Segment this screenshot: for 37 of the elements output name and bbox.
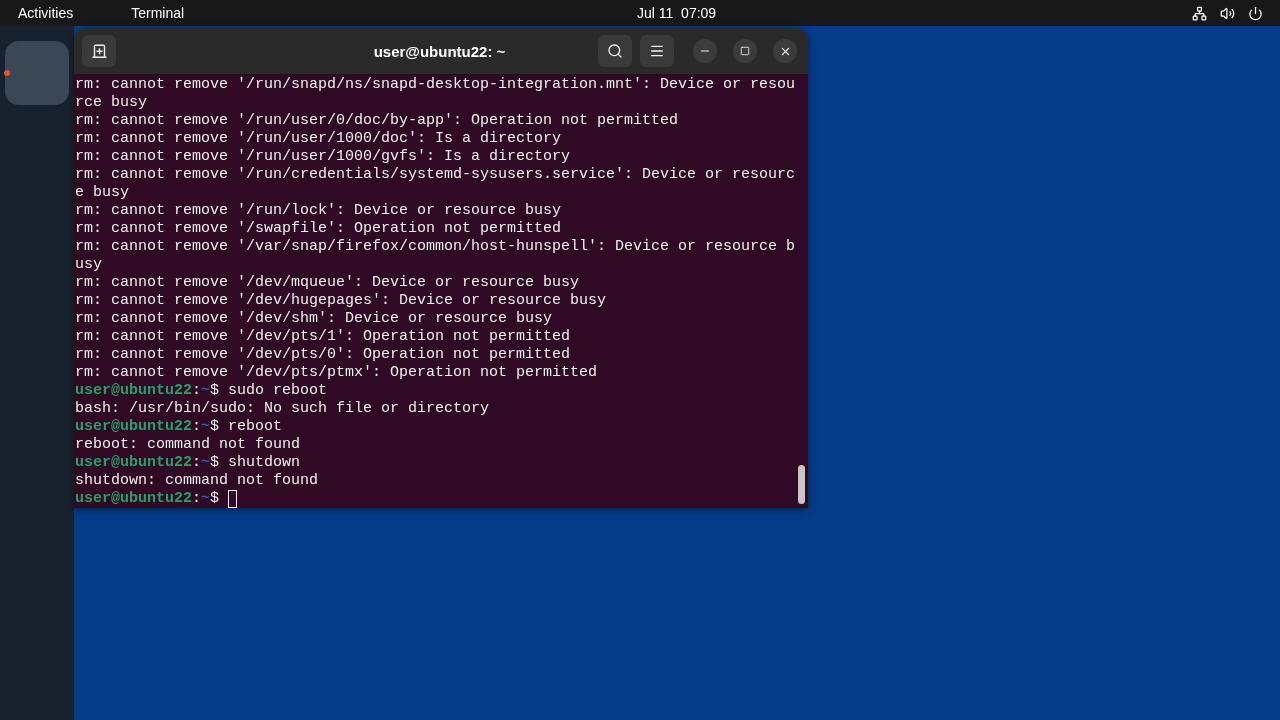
network-icon[interactable] (1192, 5, 1207, 21)
output-line: rm: cannot remove '/dev/mqueue': Device or resource busy (75, 274, 580, 292)
maximize-button[interactable] (733, 39, 757, 63)
output-line: rm: cannot remove '/run/user/0/doc/by-app': Operation not permitted (75, 112, 679, 130)
dock-app-tile[interactable] (5, 41, 69, 105)
prompt-line: user@ubuntu22:~$ reboot (75, 418, 283, 436)
app-menu-button[interactable]: Terminal (131, 2, 185, 24)
output-line: shutdown: command not found (75, 472, 319, 490)
power-icon[interactable] (1248, 5, 1263, 21)
volume-icon[interactable] (1220, 5, 1235, 21)
activities-button[interactable]: Activities (18, 2, 74, 24)
window-title: user@ubuntu22: ~ (373, 42, 506, 60)
output-line: rm: cannot remove '/dev/hugepages': Device or resource busy (75, 292, 607, 310)
menu-icon (649, 43, 665, 59)
search-icon (607, 43, 623, 59)
new-tab-button[interactable] (82, 35, 116, 67)
menu-button[interactable] (640, 35, 674, 67)
output-line: rm: cannot remove '/run/lock': Device or resource busy (75, 202, 562, 220)
output-line: rm: cannot remove '/swapfile': Operation not permitted (75, 220, 562, 238)
maximize-icon (740, 46, 750, 56)
output-line: rm: cannot remove '/dev/pts/0': Operation not permitted (75, 346, 571, 364)
close-button[interactable] (773, 39, 797, 63)
prompt-line: user@ubuntu22:~$ shutdown (75, 454, 301, 472)
scrollbar-thumb[interactable] (798, 465, 805, 504)
output-line: reboot: command not found (75, 436, 301, 454)
output-line: rm: cannot remove '/dev/pts/1': Operation not permitted (75, 328, 571, 346)
prompt-line: user@ubuntu22:~$ sudo reboot (75, 382, 328, 400)
prompt-line: user@ubuntu22:~$ (75, 490, 238, 508)
output-line: rm: cannot remove '/run/user/1000/doc': Is a directory (75, 130, 562, 148)
minimize-button[interactable] (693, 39, 717, 63)
clock-button[interactable]: Jul 11 07:09 (637, 2, 717, 24)
search-button[interactable] (598, 35, 632, 67)
output-line: rm: cannot remove '/dev/pts/ptmx': Operation not permitted (75, 364, 598, 382)
new-tab-icon (91, 44, 107, 58)
output-line: rm: cannot remove '/dev/shm': Device or resource busy (75, 310, 553, 328)
output-line: rm: cannot remove '/run/user/1000/gvfs': Is a directory (75, 148, 571, 166)
output-line: bash: /usr/bin/sudo: No such file or directory (75, 400, 490, 418)
